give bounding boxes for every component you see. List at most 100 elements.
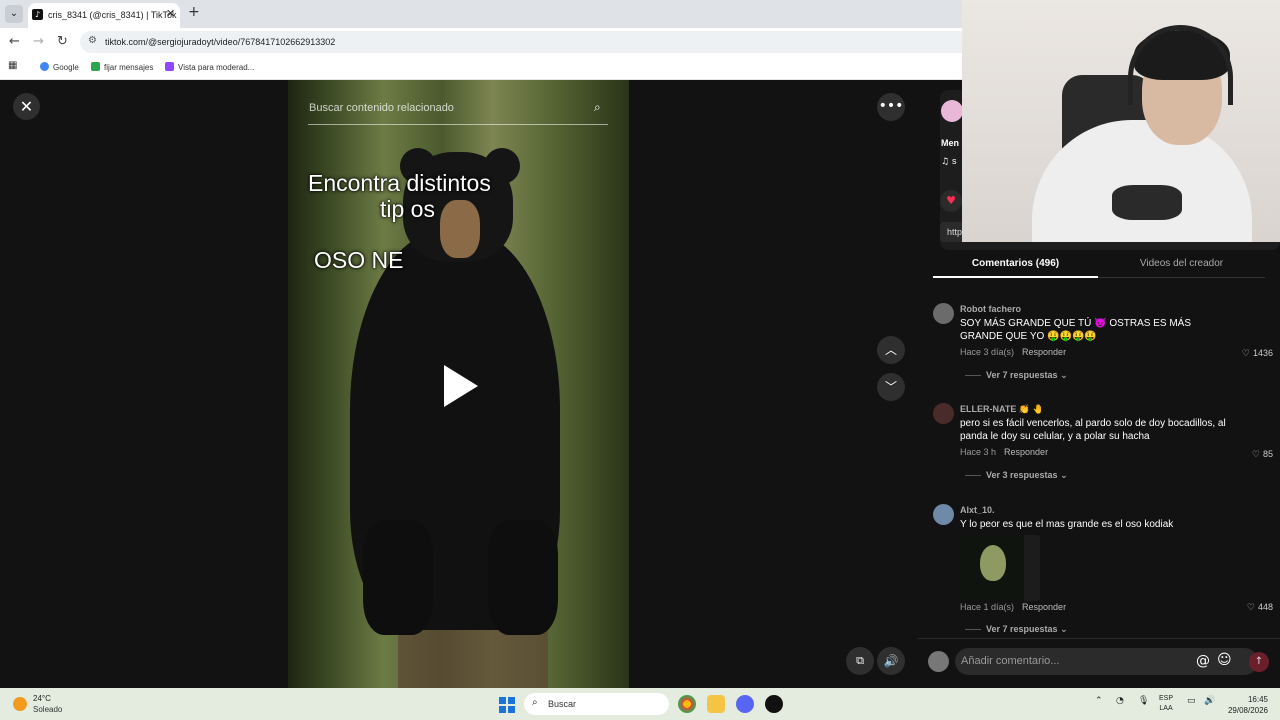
taskbar-search[interactable]: ⌕ Buscar — [524, 693, 669, 715]
avatar[interactable] — [933, 303, 954, 324]
display-icon[interactable]: ▭ — [1187, 696, 1196, 706]
bookmark-google[interactable]: Google — [40, 62, 79, 72]
volume-icon[interactable]: 🔊 — [877, 647, 905, 675]
view-replies-button[interactable]: Ver 7 respuestas ⌄ — [965, 370, 1068, 381]
browser-nav-bar: ← → ↻ ⚙ tiktok.com/@sergiojuradoyt/video… — [0, 28, 962, 56]
webcam-overlay — [962, 0, 1280, 242]
likes-count: 448 — [1257, 602, 1273, 612]
heart-icon[interactable]: ♥ — [940, 190, 962, 212]
tiktok-favicon-icon: ♪ — [32, 9, 43, 20]
weather-desc[interactable]: Soleado — [33, 705, 62, 714]
tab-creator-videos[interactable]: Videos del creador — [1098, 250, 1265, 278]
comment-text: SOY MÁS GRANDE QUE TÚ 👿 OSTRAS ES MÁS GR… — [960, 318, 1192, 342]
tab-comments[interactable]: Comentarios (496) — [933, 250, 1098, 278]
search-icon: ⌕ — [532, 697, 538, 708]
more-icon[interactable]: ••• — [877, 93, 905, 121]
video-overlay-text: tip os — [380, 196, 435, 222]
network-icon[interactable]: ◔ — [1116, 696, 1124, 706]
replies-line — [965, 475, 981, 477]
reply-button[interactable]: Responder — [1022, 347, 1066, 357]
tab-list-icon[interactable]: ⌄ — [5, 5, 23, 23]
bookmark-label: fijar mensajes — [104, 63, 154, 72]
heart-outline-icon[interactable]: ♡ — [1252, 450, 1260, 460]
reply-button[interactable]: Responder — [1022, 602, 1066, 612]
view-replies-button[interactable]: Ver 3 respuestas ⌄ — [965, 470, 1068, 481]
bookmarks-bar: ▦ Google fijar mensajes Vista para moder… — [0, 56, 962, 80]
comment-username[interactable]: Robot fachero — [960, 304, 1021, 314]
reload-icon[interactable]: ↻ — [57, 34, 68, 49]
creator-name[interactable]: Men — [941, 138, 959, 148]
apps-icon[interactable]: ▦ — [8, 60, 17, 71]
discord-icon[interactable] — [736, 695, 754, 713]
bookmark-label: Vista para moderad... — [178, 63, 255, 72]
comment-text: Y lo peor es que el mas grande es el oso… — [960, 519, 1174, 530]
chevron-down-icon: ⌄ — [1060, 371, 1068, 381]
volume-icon[interactable]: 🔊 — [1204, 696, 1215, 706]
music-label[interactable]: ♫ s — [941, 156, 956, 167]
sun-icon[interactable] — [13, 697, 27, 711]
heart-outline-icon[interactable]: ♡ — [1242, 349, 1250, 359]
chrome-icon[interactable] — [678, 695, 696, 713]
clock-date: 29/08/2026 — [1227, 706, 1268, 715]
bear-leg — [363, 520, 433, 635]
heart-outline-icon[interactable]: ♡ — [1247, 603, 1255, 613]
comment-username[interactable]: ELLER-NATE 👏 🤚 — [960, 404, 1044, 415]
bookmark-vista-moderador[interactable]: Vista para moderad... — [165, 62, 254, 72]
emoji-icon[interactable]: ☺ — [1217, 652, 1232, 668]
comment-item: ELLER-NATE 👏 🤚 pero si es fácil vencerlo… — [933, 403, 1273, 493]
chevron-up-icon[interactable]: ︿ — [877, 336, 905, 364]
likes-count: 85 — [1262, 449, 1273, 459]
file-explorer-icon[interactable] — [707, 695, 725, 713]
creator-avatar[interactable] — [941, 100, 963, 122]
comment-meta: Hace 3 h Responder — [960, 447, 1048, 457]
obs-icon[interactable] — [765, 695, 783, 713]
copy-link-field[interactable]: http — [940, 222, 962, 242]
view-replies-button[interactable]: Ver 7 respuestas ⌄ — [965, 624, 1068, 635]
related-search-input[interactable]: Buscar contenido relacionado — [309, 102, 454, 114]
comment-item: Robot fachero SOY MÁS GRANDE QUE TÚ 👿 OS… — [933, 303, 1273, 393]
comment-image[interactable] — [960, 535, 1040, 601]
view-replies-label: Ver 7 respuestas — [986, 370, 1058, 380]
bear-leg — [488, 520, 558, 635]
clock[interactable]: 16:45 29/08/2026 — [1220, 694, 1268, 716]
address-bar[interactable]: ⚙ tiktok.com/@sergiojuradoyt/video/76784… — [80, 31, 962, 53]
browser-tab[interactable]: ♪ cris_8341 (@cris_8341) | TikTok ✕ — [28, 3, 180, 28]
comment-username[interactable]: Alxt_10. — [960, 505, 995, 515]
webcam-headset — [1128, 25, 1233, 105]
weather-temp[interactable]: 24°C — [33, 694, 51, 703]
windows-start-icon[interactable] — [499, 697, 515, 713]
chevron-up-icon[interactable]: ⌃ — [1095, 696, 1103, 706]
url-text[interactable]: tiktok.com/@sergiojuradoyt/video/7678417… — [105, 37, 335, 47]
comment-time: Hace 1 día(s) — [960, 602, 1015, 612]
back-icon[interactable]: ← — [9, 34, 20, 49]
forward-icon[interactable]: → — [33, 34, 44, 49]
chevron-down-icon[interactable]: ﹀ — [877, 373, 905, 401]
play-icon[interactable] — [444, 365, 478, 407]
comment-likes[interactable]: ♡ 448 — [1247, 602, 1273, 613]
comment-input-placeholder[interactable]: Añadir comentario... — [961, 655, 1059, 667]
close-icon[interactable]: ✕ — [13, 93, 40, 120]
comment-likes[interactable]: ♡ 85 — [1252, 449, 1273, 460]
video-frame[interactable]: Buscar contenido relacionado ⌕ Encontra … — [288, 80, 629, 688]
new-tab-icon[interactable]: + — [188, 4, 200, 20]
site-info-icon[interactable]: ⚙ — [88, 35, 97, 46]
replies-line — [965, 375, 981, 377]
avatar[interactable] — [933, 504, 954, 525]
pip-icon[interactable]: ⧉ — [846, 647, 874, 675]
send-icon[interactable]: ↑ — [1249, 652, 1269, 672]
likes-count: 1436 — [1252, 348, 1273, 358]
tab-close-icon[interactable]: ✕ — [166, 7, 175, 20]
comment-input[interactable]: Añadir comentario... @ ☺ — [955, 648, 1258, 675]
avatar[interactable] — [933, 403, 954, 424]
comment-item: Alxt_10. Y lo peor es que el mas grande … — [933, 504, 1273, 636]
reply-button[interactable]: Responder — [1004, 447, 1048, 457]
language-indicator[interactable]: ESP LAA — [1159, 694, 1173, 714]
panel-tabs: Comentarios (496) Videos del creador — [933, 250, 1265, 278]
chevron-down-icon: ⌄ — [1060, 625, 1068, 635]
comment-likes[interactable]: ♡ 1436 — [1242, 348, 1273, 359]
microphone-icon[interactable]: 🎙 — [1138, 696, 1149, 706]
search-icon[interactable]: ⌕ — [594, 100, 601, 115]
bookmark-fijar-mensajes[interactable]: fijar mensajes — [91, 62, 153, 72]
mention-icon[interactable]: @ — [1196, 653, 1210, 669]
webcam-hoodie-logo — [1112, 185, 1182, 220]
